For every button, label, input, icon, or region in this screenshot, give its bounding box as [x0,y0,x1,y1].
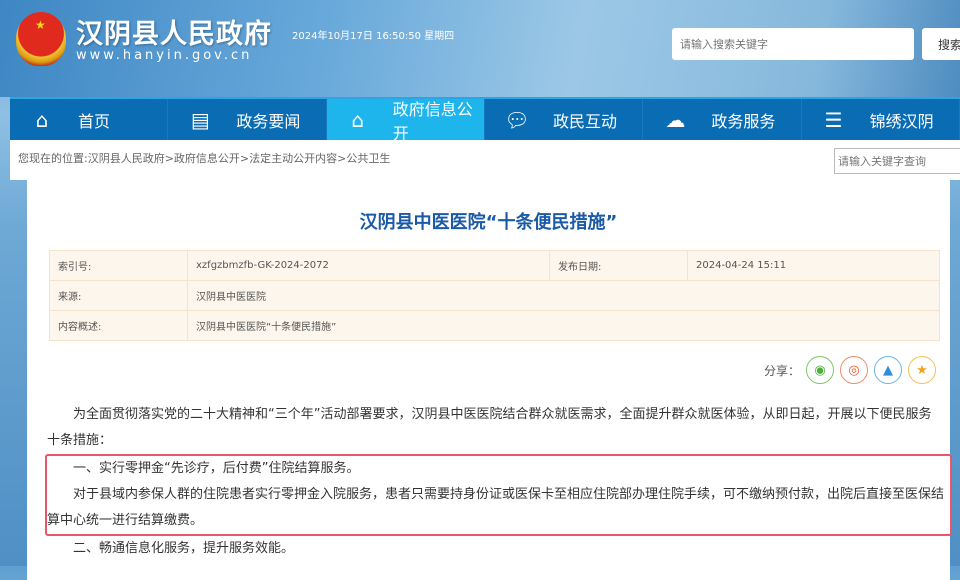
nav-label: 政民互动 [552,111,617,131]
site-url: www.hanyin.gov.cn [76,48,253,63]
breadcrumb-bar: 您现在的位置:汉阴县人民政府>政府信息公开>法定主动公开内容>公共卫生 [10,140,960,180]
summary-value: 汉阴县中医医院“十条便民措施” [187,310,940,341]
menu-icon: ☰ [824,107,843,132]
article-panel: 汉阴县中医医院“十条便民措施” 索引号: xzfgzbmzfb-GK-2024-… [27,180,952,580]
wechat-icon[interactable]: ◉ [806,356,834,384]
search-button[interactable]: 搜索 [922,28,960,60]
nav-home[interactable]: ⌂ 首页 [10,99,169,140]
paragraph: 为全面贯彻落实党的二十大精神和“三个年”活动部署要求，汉阴县中医医院结合群众就医… [47,407,932,448]
index-value: xzfgzbmzfb-GK-2024-2072 [187,250,550,281]
newspaper-icon: ▤ [190,107,210,132]
article-title: 汉阴县中医医院“十条便民措施” [359,212,618,233]
paragraph: 二、畅通信息化服务，提升服务效能。 [73,541,295,556]
weibo-icon[interactable]: ◎ [840,356,868,384]
paragraph: 一、实行零押金“先诊疗，后付费”住院结算服务。 [73,461,360,476]
date-label: 发布日期: [549,250,688,281]
search-input[interactable] [672,28,914,60]
article-body: 为全面贯彻落实党的二十大精神和“三个年”活动部署要求，汉阴县中医医院结合群众就医… [45,402,952,562]
breadcrumb[interactable]: 您现在的位置:汉阴县人民政府>政府信息公开>法定主动公开内容>公共卫生 [18,150,390,166]
paragraph: 对于县域内参保人群的住院患者实行零押金入院服务，患者只需要持身份证或医保卡至相应… [47,487,945,528]
share-bar: 分享： ◉ ◎ ▲ ★ [764,356,936,384]
nav-label: 政府信息公开 [392,99,473,143]
datetime: 2024年10月17日 16:50:50 星期四 [292,31,455,42]
keyword-search-input[interactable] [834,148,960,174]
nav-hanyin[interactable]: ☰ 锦绣汉阴 [802,99,960,140]
nav-label: 锦绣汉阴 [869,111,934,131]
home-icon: ⌂ [351,107,365,132]
source-value: 汉阴县中医医院 [187,280,940,311]
date-value: 2024-04-24 15:11 [687,250,940,281]
source-label: 来源: [49,280,188,311]
nav-news[interactable]: ▤ 政务要闻 [168,99,327,140]
nav-label: 政务要闻 [236,111,301,131]
nav-gov-info[interactable]: ⌂ 政府信息公开 [326,99,485,143]
index-label: 索引号: [49,250,188,281]
qq-icon[interactable]: ▲ [874,356,902,384]
favorite-star-icon[interactable]: ★ [908,356,936,384]
cloud-icon: ☁ [665,107,686,132]
home-icon: ⌂ [35,107,49,132]
share-label: 分享： [763,363,800,378]
site-header: ★ 汉阴县人民政府 www.hanyin.gov.cn 2024年10月17日 … [0,0,960,97]
main-nav: ⌂ 首页 ▤ 政务要闻 ⌂ 政府信息公开 💬︎ 政民互动 ☁ 政务服务 ☰ 锦绣汉阴 [10,97,960,143]
site-title: 汉阴县人民政府 [76,19,272,50]
summary-label: 内容概述: [49,310,188,341]
nav-interaction[interactable]: 💬︎ 政民互动 [485,99,644,140]
nav-label: 首页 [78,111,111,131]
highlighted-section: 一、实行零押金“先诊疗，后付费”住院结算服务。 对于县域内参保人群的住院患者实行… [45,454,952,536]
chat-icon: 💬︎ [504,107,530,132]
national-emblem-icon: ★ [16,12,66,66]
article-meta-table: 索引号: xzfgzbmzfb-GK-2024-2072 发布日期: 2024-… [49,250,940,341]
nav-label: 政务服务 [711,111,776,131]
nav-services[interactable]: ☁ 政务服务 [643,99,802,140]
